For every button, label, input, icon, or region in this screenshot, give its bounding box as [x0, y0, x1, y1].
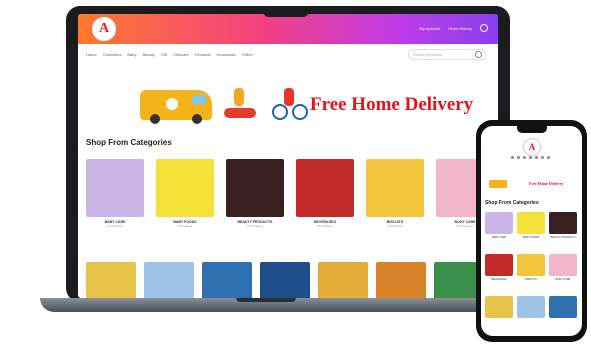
category-image: [86, 159, 144, 217]
category-count: 18 Products: [316, 224, 333, 228]
phone-logo-letter: A: [528, 142, 536, 152]
phone-notch: [517, 126, 547, 133]
phone-banner: Free Home Delivery: [489, 178, 577, 190]
phone-nav-icons: [511, 156, 550, 159]
phone-category-image[interactable]: [549, 254, 577, 276]
laptop-screen: A My Account Order History Home Cosmetic…: [78, 14, 498, 298]
search-placeholder: Search products: [413, 52, 443, 57]
category-card[interactable]: BEAUTY PRODUCTS 24 Products: [226, 159, 284, 241]
category-card[interactable]: BABY CARE 12 Products: [86, 159, 144, 241]
cart-icon[interactable]: [480, 24, 488, 32]
phone-category-label: BISCUITS: [525, 278, 537, 281]
category-count: 8 Products: [177, 224, 193, 228]
search-icon[interactable]: [475, 51, 482, 58]
nav-item[interactable]: Offers: [242, 52, 253, 57]
orders-link[interactable]: Order History: [448, 26, 472, 31]
product-thumb[interactable]: [86, 262, 136, 298]
account-link[interactable]: My Account: [420, 26, 441, 31]
phone-category-image[interactable]: [485, 254, 513, 276]
category-card[interactable]: BABY FOODS 8 Products: [156, 159, 214, 241]
phone-category-image[interactable]: [517, 212, 545, 234]
category-grid: BABY CARE 12 Products BABY FOODS 8 Produ…: [86, 159, 498, 259]
main-nav: Home Cosmetics Baby Beauty Gift Skincare…: [86, 52, 252, 57]
nav-item[interactable]: Household: [217, 52, 236, 57]
nav-item[interactable]: Home: [86, 52, 97, 57]
phone-screen: A Free Home Delivery Shop From Categorie…: [481, 126, 582, 336]
category-count: 15 Products: [386, 224, 403, 228]
product-row: [86, 262, 498, 298]
search-input[interactable]: Search products: [408, 49, 486, 60]
phone-logo[interactable]: A: [523, 138, 541, 156]
nav-item[interactable]: Baby: [127, 52, 136, 57]
categories-heading: Shop From Categories: [86, 138, 172, 147]
phone-categories-heading: Shop From Categories: [485, 200, 539, 206]
header-links: My Account Order History: [420, 24, 488, 32]
category-card[interactable]: BEVERAGES 18 Products: [296, 159, 354, 241]
category-image: [366, 159, 424, 217]
phone-category-label: BABY FOODS: [522, 236, 540, 239]
category-count: 24 Products: [246, 224, 263, 228]
bicycle-rider-icon: [272, 88, 308, 122]
phone-category-label: BODY CARE: [555, 278, 571, 281]
nav-item[interactable]: Personal: [195, 52, 211, 57]
laptop-groove: [236, 298, 296, 302]
phone-banner-text: Free Home Delivery: [529, 181, 564, 186]
delivery-van-icon: [140, 90, 212, 124]
scooter-rider-icon: [222, 88, 258, 122]
product-thumb[interactable]: [260, 262, 310, 298]
phone-category-image[interactable]: [517, 296, 545, 318]
phone-category-label: BEVERAGES: [491, 278, 507, 281]
phone-category-image[interactable]: [549, 296, 577, 318]
category-image: [156, 159, 214, 217]
phone-category-label: BEAUTY PRODUCTS: [550, 236, 576, 239]
phone-category-image[interactable]: [485, 212, 513, 234]
nav-item[interactable]: Skincare: [173, 52, 189, 57]
phone-category-image[interactable]: [549, 212, 577, 234]
delivery-text: Free Home Delivery: [310, 94, 474, 115]
category-count: 12 Products: [106, 224, 123, 228]
phone-category-image[interactable]: [517, 254, 545, 276]
header-bar: A My Account Order History: [78, 14, 498, 44]
category-card[interactable]: BISCUITS 15 Products: [366, 159, 424, 241]
nav-item[interactable]: Gift: [161, 52, 167, 57]
site-logo[interactable]: A: [92, 17, 116, 41]
nav-item[interactable]: Cosmetics: [103, 52, 122, 57]
product-thumb[interactable]: [318, 262, 368, 298]
category-image: [226, 159, 284, 217]
delivery-banner: Free Home Delivery: [138, 86, 478, 126]
nav-item[interactable]: Beauty: [142, 52, 154, 57]
product-thumb[interactable]: [202, 262, 252, 298]
phone-category-image[interactable]: [485, 296, 513, 318]
phone-category-label: BABY CARE: [491, 236, 507, 239]
phone-van-icon: [489, 180, 507, 188]
product-thumb[interactable]: [144, 262, 194, 298]
laptop-notch: [263, 6, 309, 17]
category-image: [296, 159, 354, 217]
product-thumb[interactable]: [376, 262, 426, 298]
logo-letter: A: [98, 21, 110, 36]
